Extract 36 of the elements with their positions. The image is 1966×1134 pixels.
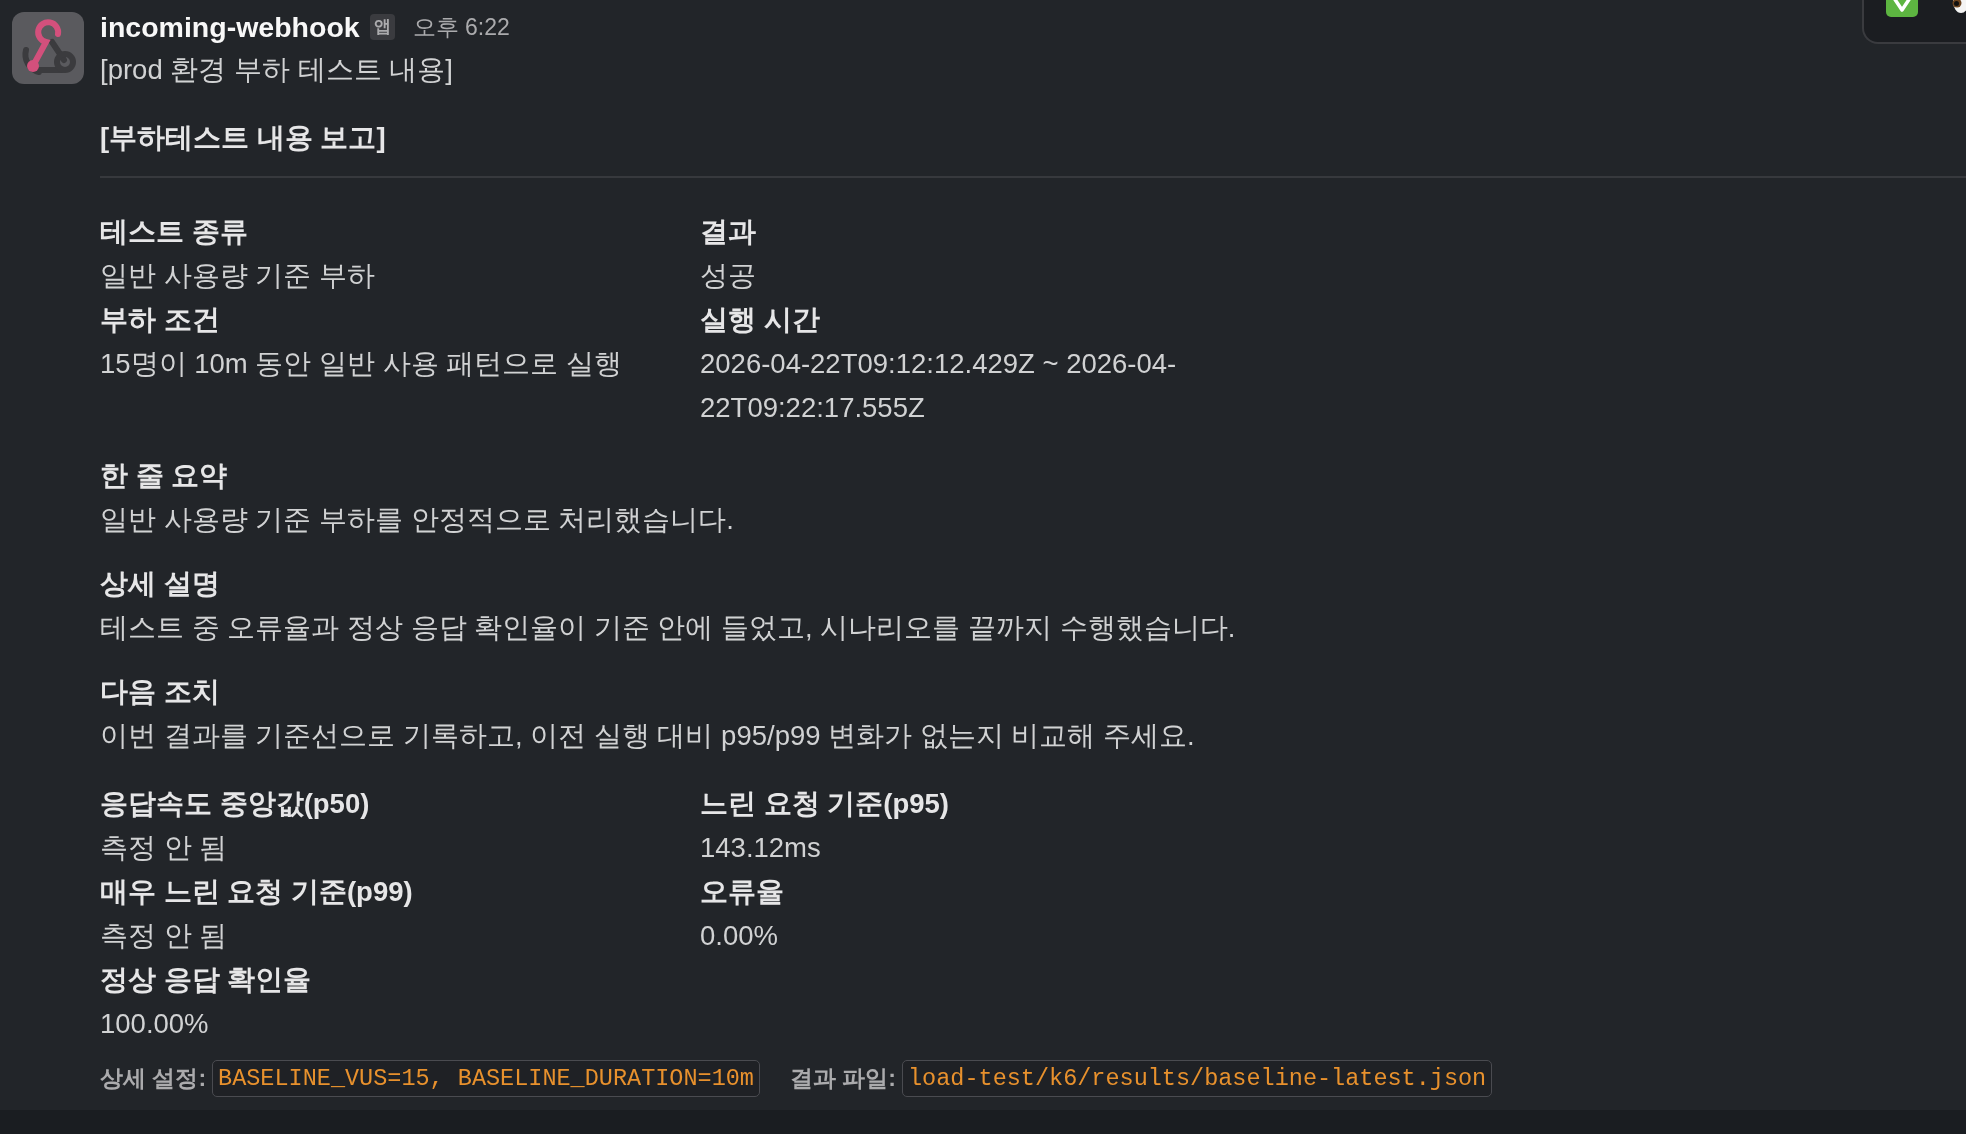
code-snippet: load-test/k6/results/baseline-latest.json [902,1060,1493,1097]
message-text: [prod 환경 부하 테스트 내용] [100,53,453,87]
check-icon[interactable] [1886,0,1918,17]
section-text: 테스트 중 오류율과 정상 응답 확인율이 기준 안에 들었고, 시나리오를 끝까지 수행했습니다. [100,611,1236,645]
field-value: 성공 [700,259,756,293]
section-label: 한 줄 요약 [100,459,228,493]
field-value: 15명이 10m 동안 일반 사용 패턴으로 실행 [100,347,622,381]
field-value: 측정 안 됨 [100,831,228,865]
field-value: 일반 사용량 기준 부하 [100,259,375,293]
timestamp[interactable]: 오후 6:22 [412,9,510,45]
field-label: 응답속도 중앙값(p50) [100,787,370,821]
field-label: 정상 응답 확인율 [100,963,312,997]
app-badge: 앱 [369,14,395,40]
section-text: 일반 사용량 기준 부하를 안정적으로 처리했습니다. [100,503,734,537]
field-label: 매우 느린 요청 기준(p99) [100,875,413,909]
section-text: 이번 결과를 기준선으로 기록하고, 이전 실행 대비 p95/p99 변화가 없는지 비교해 주세요. [100,719,1195,753]
section-label: 다음 조치 [100,675,220,709]
field-value: 0.00% [700,919,778,953]
eye-icon[interactable] [1950,0,1966,14]
section-label: 상세 설명 [100,567,220,601]
field-value: 2026-04-22T09:12:12.429Z ~ 2026-04-22T09:22:17.555Z [700,347,1178,425]
field-value: 100.00% [100,1007,209,1041]
code-snippet: BASELINE_VUS=15, BASELINE_DURATION=10m [212,1060,760,1097]
context-label: 상세 설정: [100,1064,207,1094]
field-label: 오류율 [700,875,784,909]
webhook-logo-icon [12,12,84,84]
field-label: 부하 조건 [100,303,220,337]
field-label: 테스트 종류 [100,215,248,249]
field-label: 결과 [700,215,756,249]
field-label: 실행 시간 [700,303,820,337]
context-label: 결과 파일: [789,1064,896,1094]
field-label: 느린 요청 기준(p95) [700,787,949,821]
field-value: 측정 안 됨 [100,919,228,953]
sender-name[interactable]: incoming-webhook [100,5,360,49]
field-value: 143.12ms [700,831,821,865]
section-heading: [부하테스트 내용 보고] [100,121,386,155]
